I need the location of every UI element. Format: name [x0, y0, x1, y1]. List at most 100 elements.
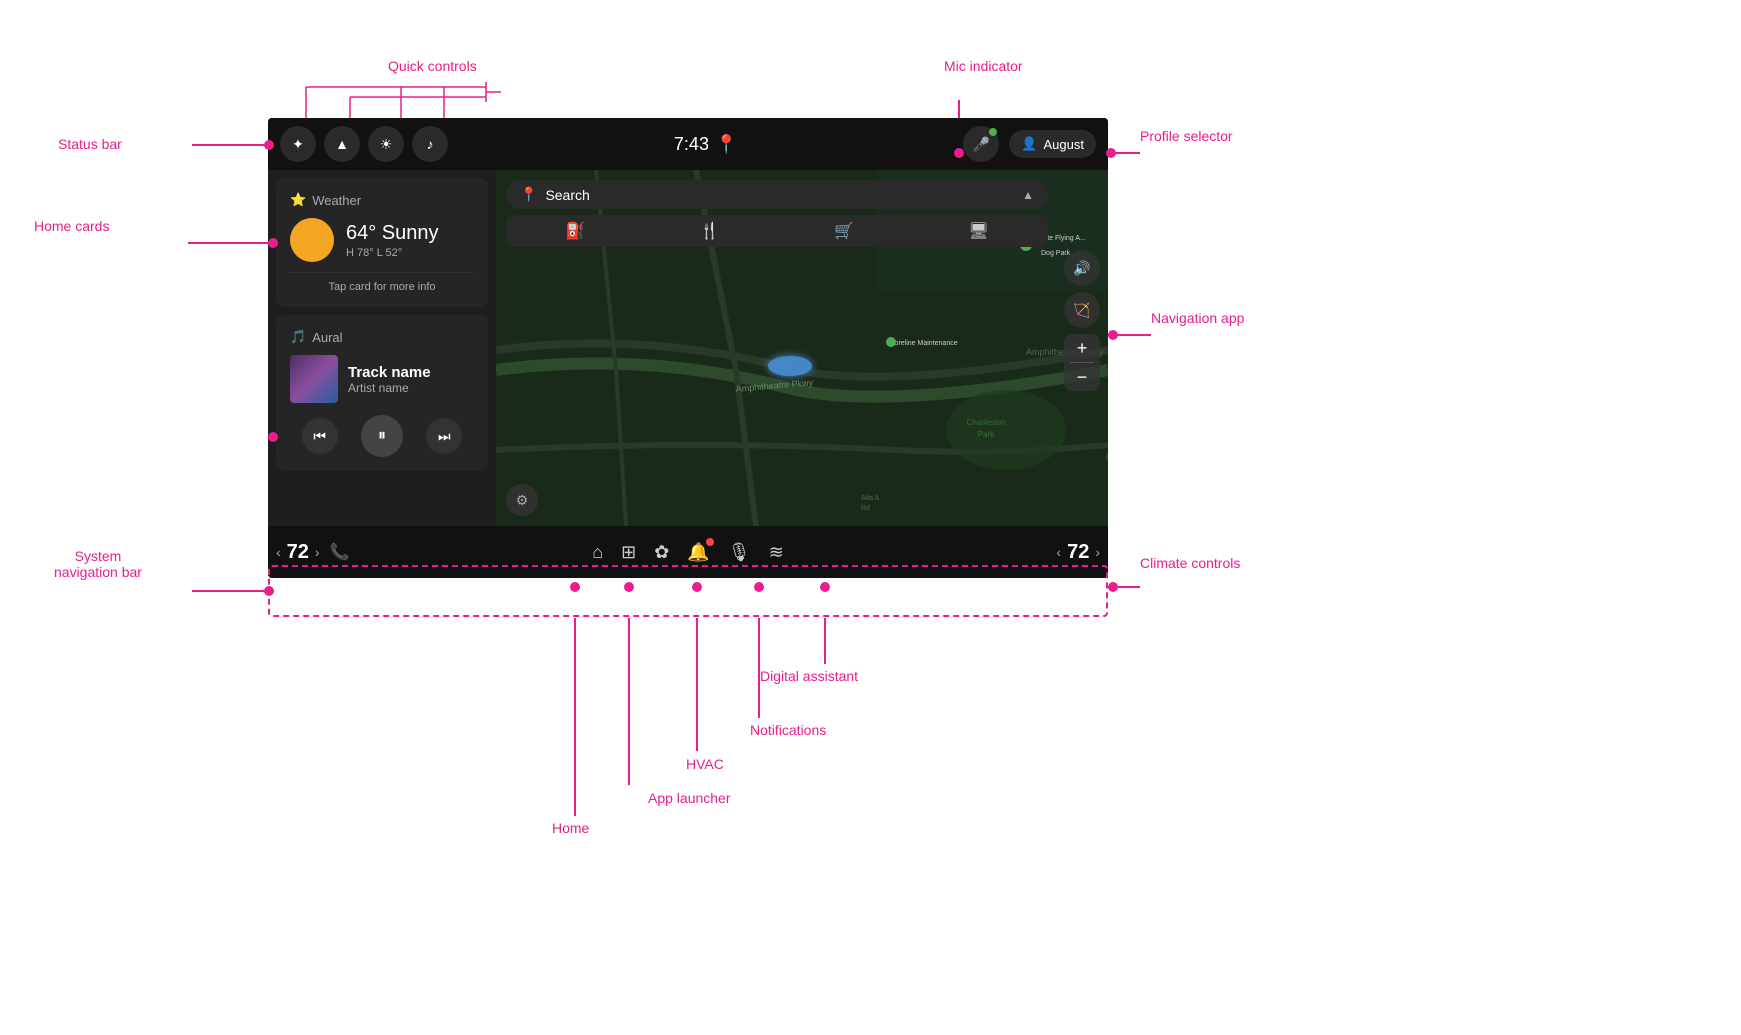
restaurant-icon[interactable]: 🍴 [700, 221, 720, 241]
system-nav-dot [264, 586, 274, 596]
home-nav-label: Home [552, 820, 589, 836]
svg-text:Rd: Rd [861, 505, 870, 512]
search-input-row[interactable]: 📍 Search ▲ [506, 180, 1048, 209]
main-content: ⭐ Weather 64° Sunny H 78° L 52° Tap card… [268, 170, 1108, 526]
app-launcher-connector-v [628, 618, 630, 785]
notifications-button[interactable]: 🔔 [687, 542, 709, 563]
ui-container: ✦ ▲ ☀ ♪ 7:43 📍 🎤 👤 August [268, 118, 1108, 578]
home-button[interactable]: ⌂ [592, 542, 603, 563]
sound-button[interactable]: 🔊 [1064, 250, 1100, 286]
music-app-title: 🎵 Aural [290, 329, 474, 345]
status-bar-center: 7:43 📍 [448, 134, 963, 155]
search-bar-container: 📍 Search ▲ ⛽ 🍴 🛒 🖥 [506, 180, 1048, 247]
map-settings-button[interactable]: ⚙ [506, 484, 538, 516]
location-icon: 📍 [715, 134, 737, 155]
home-connector-v [574, 618, 576, 816]
music-track-info: Track name Artist name [290, 355, 474, 403]
music-app-label: Aural [312, 330, 342, 345]
hvac-connector-v [696, 618, 698, 751]
track-details: Track name Artist name [348, 364, 431, 395]
home-cards-dot [268, 238, 278, 248]
zoom-in-button[interactable]: + [1064, 334, 1100, 362]
profile-selector-button[interactable]: 👤 August [1009, 130, 1096, 158]
app-launcher-label: App launcher [648, 790, 731, 806]
digital-assistant-dot [820, 582, 830, 592]
weather-main: 64° Sunny H 78° L 52° [290, 218, 474, 262]
weather-temperature: 64° Sunny [346, 222, 439, 245]
svg-text:Charleston: Charleston [967, 418, 1006, 427]
weather-highlow: H 78° L 52° [346, 247, 439, 259]
climate-right-increase-button[interactable]: › [1095, 544, 1100, 560]
shopping-icon[interactable]: 🛒 [834, 221, 854, 241]
maps-pin-icon: 📍 [520, 186, 537, 203]
svg-text:Park: Park [978, 430, 995, 439]
mic-indicator-button[interactable]: 🎤 [963, 126, 999, 162]
pause-button[interactable]: ⏸ [361, 415, 403, 457]
status-bar-left: ✦ ▲ ☀ ♪ [280, 126, 448, 162]
signal-icon[interactable]: ▲ [324, 126, 360, 162]
home-nav-dot [570, 582, 580, 592]
climate-left-increase-button[interactable]: › [315, 544, 320, 560]
zoom-control: + − [1064, 334, 1100, 391]
mic-indicator-label: Mic indicator [944, 58, 1023, 74]
climate-left-decrease-button[interactable]: ‹ [276, 544, 281, 560]
climate-right-control: ‹ 72 › [988, 541, 1108, 564]
prev-track-button[interactable]: ⏮ [302, 418, 338, 454]
climate-left-control: ‹ 72 › 📞 [268, 541, 388, 564]
system-navigation-bar: ‹ 72 › 📞 ⌂ ⊞ ✿ 🔔 🎙 ≋ ‹ 72 › [268, 526, 1108, 578]
svg-text:Charleston Rd: Charleston Rd [1106, 453, 1108, 462]
notifications-dot [754, 582, 764, 592]
time-display: 7:43 [674, 134, 709, 155]
music-controls: ⏮ ⏸ ⏭ [290, 415, 474, 457]
quick-controls-label: Quick controls [388, 58, 477, 74]
climate-left-temp: 72 [287, 541, 309, 564]
weather-label: Weather [312, 193, 361, 208]
music-card[interactable]: 🎵 Aural Track name Artist name ⏮ ⏸ ⏭ [276, 315, 488, 471]
location-ellipse [768, 356, 812, 376]
weather-card[interactable]: ⭐ Weather 64° Sunny H 78° L 52° Tap card… [276, 178, 488, 307]
digital-assistant-button[interactable]: 🎙 [728, 542, 751, 563]
status-bar-label: Status bar [58, 136, 122, 152]
gas-station-icon[interactable]: ⛽ [565, 221, 585, 241]
navigation-arrow-button[interactable]: 🏹 [1064, 292, 1100, 328]
climate-right-decrease-button[interactable]: ‹ [1056, 544, 1061, 560]
hvac-dot [692, 582, 702, 592]
navigation-app-area[interactable]: Amphitheatre Pkwy Amphitheatre Pkwy Char… [496, 170, 1108, 526]
zoom-out-button[interactable]: − [1064, 363, 1100, 391]
climate-right-temp: 72 [1067, 541, 1089, 564]
status-bar-dot [264, 140, 274, 150]
sun-icon [290, 218, 334, 262]
poi-categories-bar: ⛽ 🍴 🛒 🖥 [506, 215, 1048, 247]
svg-text:Alta A: Alta A [861, 495, 880, 502]
climate-controls-dot [1108, 582, 1118, 592]
home-cards-connector-h [188, 242, 268, 244]
nav-center-icons: ⌂ ⊞ ✿ 🔔 🎙 ≋ [388, 542, 988, 563]
status-bar: ✦ ▲ ☀ ♪ 7:43 📍 🎤 👤 August [268, 118, 1108, 170]
mic-indicator-dot [954, 148, 964, 158]
location-marker [768, 356, 812, 376]
music-app-icon: 🎵 [290, 329, 306, 345]
parking-icon[interactable]: 🖥 [968, 221, 988, 241]
app-launcher-dot [624, 582, 634, 592]
navigation-app-label: Navigation app [1151, 310, 1244, 326]
navigation-app-dot [1108, 330, 1118, 340]
profile-name: August [1044, 137, 1084, 152]
app-launcher-button[interactable]: ⊞ [621, 542, 636, 563]
track-name: Track name [348, 364, 431, 381]
assistant-connector-v [824, 618, 826, 664]
hvac-label: HVAC [686, 756, 724, 772]
brightness-icon[interactable]: ☀ [368, 126, 404, 162]
bluetooth-icon[interactable]: ✦ [280, 126, 316, 162]
artist-name: Artist name [348, 381, 431, 395]
volume-icon[interactable]: ♪ [412, 126, 448, 162]
profile-selector-label: Profile selector [1140, 128, 1233, 144]
aural-track-dot [268, 432, 278, 442]
next-track-button[interactable]: ⏭ [426, 418, 462, 454]
weather-icon: ⭐ [290, 192, 306, 208]
phone-call-icon[interactable]: 📞 [330, 542, 350, 562]
system-nav-connector-h [192, 590, 268, 592]
hvac-button[interactable]: ✿ [654, 542, 669, 563]
svg-text:Shoreline Maintenance: Shoreline Maintenance [886, 340, 958, 347]
phone-fan-button[interactable]: ≋ [769, 542, 784, 563]
status-bar-connector-h [192, 144, 268, 146]
